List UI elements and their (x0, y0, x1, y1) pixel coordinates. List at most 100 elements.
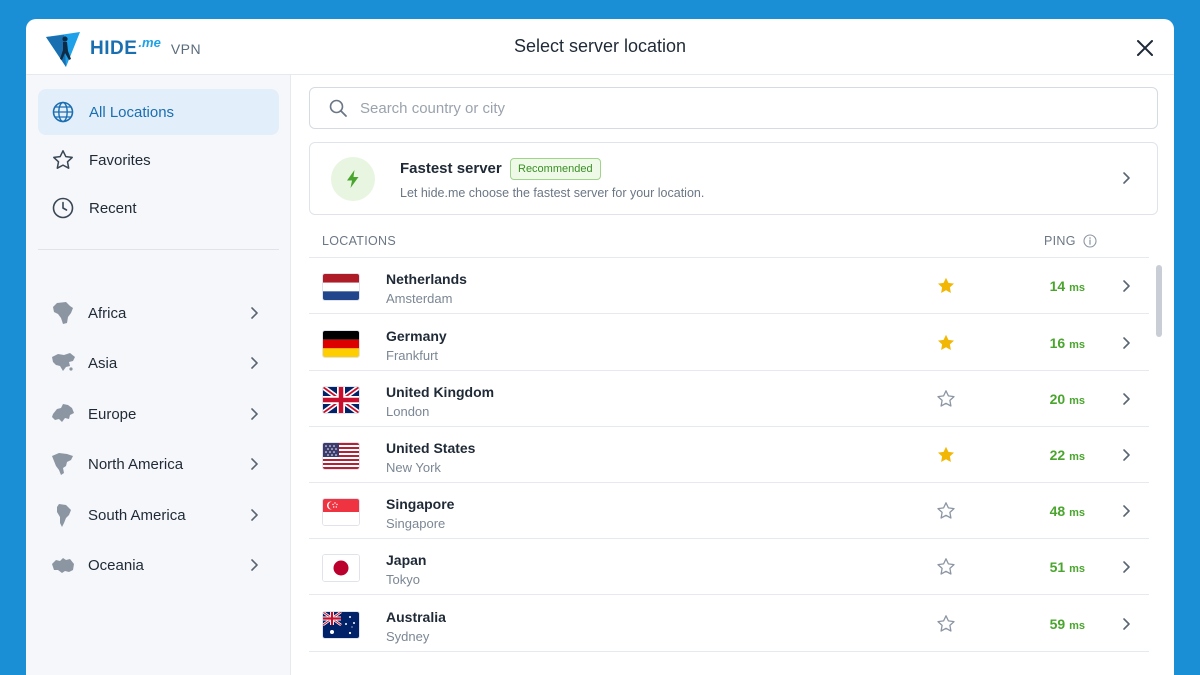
title-bar: HIDE .me VPN Select server location (26, 19, 1174, 75)
fastest-server-title: Fastest server (400, 160, 502, 177)
search-icon (328, 98, 348, 118)
city-name: London (386, 404, 430, 419)
region-oceania[interactable]: Oceania (38, 542, 279, 588)
country-name: United Kingdom (386, 384, 495, 400)
oceania-map-icon (49, 551, 77, 579)
search-box[interactable] (309, 87, 1158, 129)
region-label: South America (88, 506, 186, 524)
city-name: Sydney (386, 629, 430, 644)
country-name: Singapore (386, 496, 455, 512)
favorite-star-outline-icon[interactable] (936, 501, 956, 521)
region-label: North America (88, 455, 184, 473)
asia-map-icon (49, 349, 77, 377)
united-states-flag-icon (322, 442, 360, 470)
japan-flag-icon (322, 554, 360, 582)
app-window: HIDE .me VPN Select server location All … (26, 19, 1174, 675)
sidebar-item-label: Favorites (89, 151, 151, 169)
country-name: Japan (386, 552, 427, 568)
city-name: Frankfurt (386, 348, 439, 363)
chevron-right-icon (1119, 448, 1133, 462)
region-north-america[interactable]: North America (38, 441, 279, 487)
close-button[interactable] (1132, 35, 1158, 61)
region-asia[interactable]: Asia (38, 340, 279, 386)
region-south-america[interactable]: South America (38, 492, 279, 538)
region-label: Europe (88, 405, 137, 423)
chevron-right-icon (1119, 617, 1133, 631)
chevron-right-icon (1119, 279, 1133, 293)
globe-icon (51, 100, 75, 124)
city-name: New York (386, 460, 441, 475)
location-row[interactable]: United Kingdom London 20 ms (309, 371, 1149, 427)
search-input[interactable] (360, 99, 1140, 117)
chevron-right-icon (1118, 170, 1134, 186)
recommended-badge: Recommended (510, 158, 601, 180)
chevron-right-icon (1119, 392, 1133, 406)
location-list: Netherlands Amsterdam 14 ms Germany Fran… (309, 257, 1149, 675)
main-panel: Fastest server Recommended Let hide.me c… (292, 75, 1174, 675)
location-row[interactable]: Germany Frankfurt 16 ms (309, 315, 1149, 371)
chevron-right-icon (247, 558, 261, 572)
chevron-right-icon (247, 306, 261, 320)
country-name: United States (386, 440, 476, 456)
ping-value: 22 ms (1049, 447, 1085, 463)
clock-icon (51, 196, 75, 220)
ping-header-label: PING (1044, 234, 1076, 248)
ping-value: 14 ms (1049, 278, 1085, 294)
fastest-server-card[interactable]: Fastest server Recommended Let hide.me c… (309, 142, 1158, 215)
chevron-right-icon (247, 356, 261, 370)
chevron-right-icon (1119, 336, 1133, 350)
chevron-right-icon (247, 407, 261, 421)
favorite-star-outline-icon[interactable] (936, 614, 956, 634)
country-name: Germany (386, 328, 447, 344)
ping-value: 48 ms (1049, 503, 1085, 519)
info-icon[interactable] (1083, 234, 1097, 248)
city-name: Singapore (386, 516, 446, 531)
sidebar-item-recent[interactable]: Recent (38, 185, 279, 231)
south-america-map-icon (49, 501, 77, 529)
sidebar-item-all-locations[interactable]: All Locations (38, 89, 279, 135)
chevron-right-icon (247, 457, 261, 471)
country-name: Australia (386, 609, 446, 625)
location-row[interactable]: Australia Sydney 59 ms (309, 596, 1149, 652)
scrollbar-thumb[interactable] (1156, 265, 1162, 337)
lightning-icon (331, 157, 375, 201)
country-name: Netherlands (386, 271, 467, 287)
sidebar-item-favorites[interactable]: Favorites (38, 137, 279, 183)
chevron-right-icon (1119, 504, 1133, 518)
locations-column-header: LOCATIONS (322, 234, 397, 248)
city-name: Tokyo (386, 572, 420, 587)
favorite-star-filled-icon[interactable] (936, 333, 956, 353)
north-america-map-icon (49, 450, 77, 478)
africa-map-icon (49, 299, 77, 327)
united-kingdom-flag-icon (322, 386, 360, 414)
sidebar-item-label: Recent (89, 199, 137, 217)
region-europe[interactable]: Europe (38, 391, 279, 437)
favorite-star-filled-icon[interactable] (936, 276, 956, 296)
chevron-right-icon (247, 508, 261, 522)
europe-map-icon (49, 400, 77, 428)
sidebar: All Locations Favorites Recent Africa As… (26, 75, 291, 675)
ping-value: 20 ms (1049, 391, 1085, 407)
close-icon (1137, 40, 1153, 56)
region-label: Asia (88, 354, 118, 372)
location-row[interactable]: United States New York 22 ms (309, 427, 1149, 483)
region-label: Oceania (88, 556, 144, 574)
fastest-server-subtitle: Let hide.me choose the fastest server fo… (400, 186, 705, 200)
chevron-right-icon (1119, 560, 1133, 574)
ping-value: 59 ms (1049, 616, 1085, 632)
location-row[interactable]: Japan Tokyo 51 ms (309, 539, 1149, 595)
netherlands-flag-icon (322, 273, 360, 301)
city-name: Amsterdam (386, 291, 453, 306)
germany-flag-icon (322, 330, 360, 358)
ping-value: 16 ms (1049, 335, 1085, 351)
favorite-star-outline-icon[interactable] (936, 557, 956, 577)
location-row[interactable]: Singapore Singapore 48 ms (309, 483, 1149, 539)
favorite-star-filled-icon[interactable] (936, 445, 956, 465)
sidebar-item-label: All Locations (89, 103, 175, 121)
region-label: Africa (88, 304, 127, 322)
ping-column-header: PING (1044, 234, 1097, 248)
region-africa[interactable]: Africa (38, 290, 279, 336)
favorite-star-outline-icon[interactable] (936, 389, 956, 409)
ping-value: 51 ms (1049, 559, 1085, 575)
location-row[interactable]: Netherlands Amsterdam 14 ms (309, 258, 1149, 314)
